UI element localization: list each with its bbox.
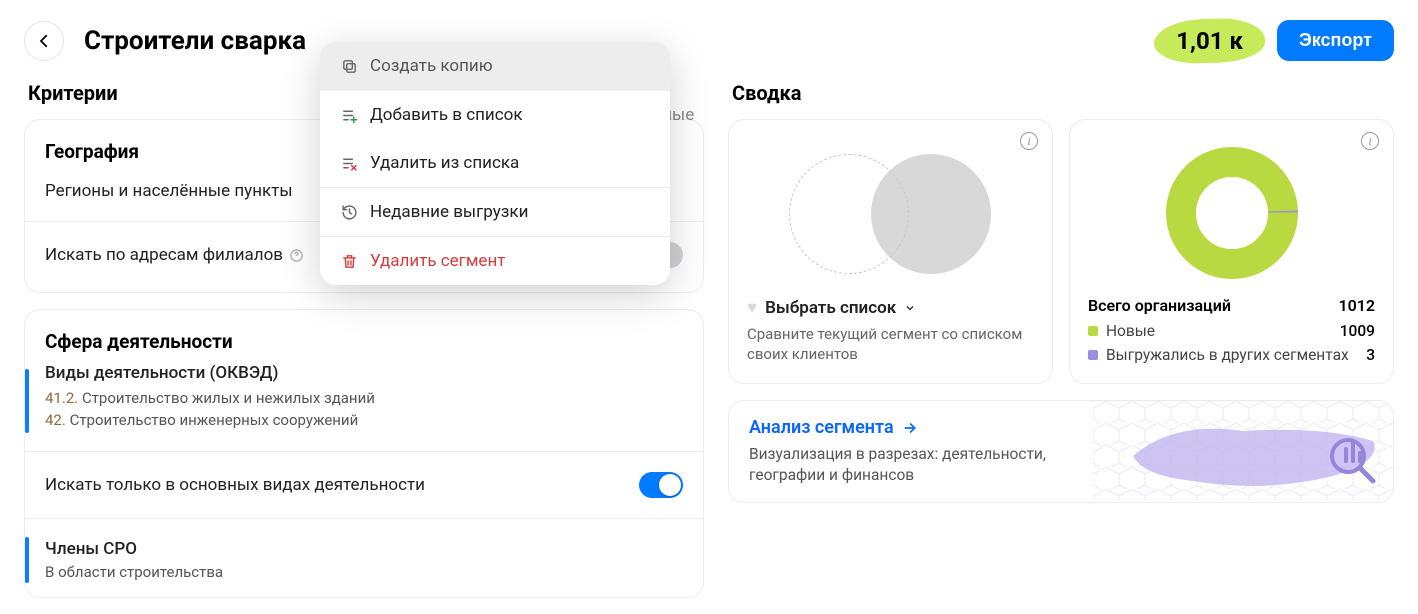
okved-text: Строительство жилых и нежилых зданий (82, 389, 375, 407)
analysis-card[interactable]: Анализ сегмента Визуализация в разрезах:… (728, 400, 1394, 503)
menu-delete-label: Удалить сегмент (370, 251, 505, 271)
menu-delete[interactable]: Удалить сегмент (320, 237, 670, 285)
main-only-toggle[interactable] (639, 472, 683, 498)
chevron-down-icon (904, 302, 916, 314)
legend-dot (1088, 326, 1098, 336)
okved-text: Строительство инженерных сооружений (70, 411, 359, 429)
okved-item: 41.2. Строительство жилых и нежилых здан… (25, 387, 703, 409)
okved-label: Виды деятельности (ОКВЭД) (45, 363, 683, 383)
new-label: Новые (1106, 322, 1340, 340)
select-list-button[interactable]: ♥ Выбрать список (747, 298, 1034, 318)
menu-remove-list[interactable]: Удалить из списка (320, 139, 670, 187)
copy-icon (340, 58, 358, 75)
okved-item: 42. Строительство инженерных сооружений (25, 409, 703, 431)
analysis-link-text: Анализ сегмента (749, 417, 894, 438)
stats-card: i Всего организаций 1012 Новые 1009 (1069, 119, 1394, 384)
activity-card: Сфера деятельности Виды деятельности (ОК… (24, 309, 704, 598)
list-remove-icon (340, 155, 358, 172)
okved-code: 41.2. (45, 389, 78, 407)
info-icon[interactable]: i (1020, 132, 1038, 150)
trash-icon (340, 253, 358, 270)
donut-chart (1157, 138, 1307, 288)
venn-diagram (771, 144, 1011, 284)
menu-copy-label: Создать копию (370, 56, 493, 76)
arrow-right-icon (902, 420, 918, 436)
menu-add-list-label: Добавить в список (370, 105, 523, 125)
exported-value: 3 (1366, 346, 1375, 364)
stat-row-new: Новые 1009 (1088, 319, 1375, 343)
sro-sub: В области строительства (25, 561, 703, 583)
total-value: 1012 (1338, 296, 1375, 315)
heart-icon: ♥ (747, 298, 757, 318)
exported-label: Выгружались в других сегментах (1106, 346, 1366, 364)
analysis-desc: Визуализация в разрезах: деятельности, г… (749, 444, 1069, 486)
export-button[interactable]: Экспорт (1277, 20, 1394, 61)
list-add-icon (340, 107, 358, 124)
new-value: 1009 (1340, 322, 1375, 340)
compare-card: i ♥ Выбрать список Сравните текущий сегм… (728, 119, 1053, 384)
okved-code: 42. (45, 411, 66, 429)
count-badge: 1,01 к (1162, 23, 1257, 59)
select-list-label: Выбрать список (765, 298, 896, 318)
info-icon[interactable]: i (1361, 132, 1379, 150)
sro-block[interactable]: Члены СРО В области строительства (25, 531, 703, 589)
stat-row-exported: Выгружались в других сегментах 3 (1088, 343, 1375, 367)
menu-remove-list-label: Удалить из списка (370, 153, 519, 173)
page-title: Строители сварка (84, 26, 306, 56)
segment-context-menu: Создать копию Добавить в список Удалить … (320, 42, 670, 285)
compare-desc: Сравните текущий сегмент со списком свои… (747, 324, 1034, 365)
menu-copy[interactable]: Создать копию (320, 42, 670, 90)
arrow-left-icon (35, 32, 53, 50)
main-only-row: Искать только в основных видах деятельно… (25, 464, 703, 506)
legend-dot (1088, 350, 1098, 360)
analysis-link[interactable]: Анализ сегмента (749, 417, 918, 438)
map-decoration (1093, 401, 1393, 501)
help-icon[interactable] (289, 248, 304, 263)
back-button[interactable] (24, 21, 64, 61)
main-only-label: Искать только в основных видах деятельно… (45, 475, 639, 495)
total-label: Всего организаций (1088, 296, 1231, 315)
summary-heading: Сводка (732, 81, 1390, 105)
branches-label: Искать по адресам филиалов (45, 245, 283, 265)
history-icon (340, 204, 358, 221)
menu-add-list[interactable]: Добавить в список (320, 91, 670, 139)
menu-recent[interactable]: Недавние выгрузки (320, 188, 670, 236)
sro-label: Члены СРО (45, 539, 683, 559)
activity-heading: Сфера деятельности (25, 326, 703, 363)
okved-block[interactable]: Виды деятельности (ОКВЭД) 41.2. Строител… (25, 363, 703, 439)
menu-recent-label: Недавние выгрузки (370, 202, 528, 222)
